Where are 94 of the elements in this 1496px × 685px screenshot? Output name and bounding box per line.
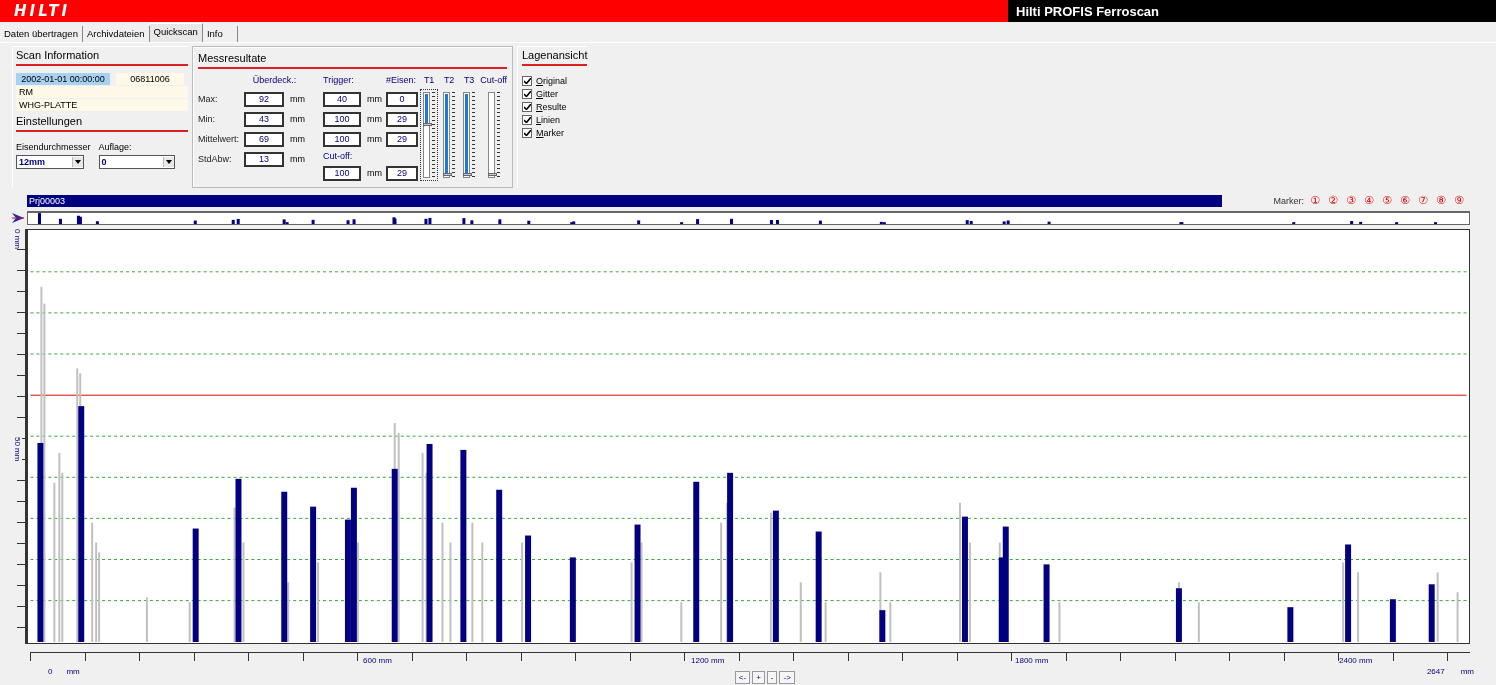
checkbox[interactable] [522,101,532,112]
value-field[interactable]: 40 [323,91,361,107]
cutoff-label: Cut-off: [323,151,354,163]
scan-id: 06811006 [116,73,184,85]
nav-button[interactable]: + [752,671,765,684]
checkbox[interactable] [522,88,532,99]
unit-label: mm [367,94,382,104]
marker-label: Marker: [1273,195,1304,206]
rebar-bar [1287,607,1294,642]
column-header: #Eisen: [386,75,418,87]
section-heading: Lagenansicht [522,48,588,66]
unit-label: mm [367,134,382,144]
tab[interactable]: Quickscan [149,23,203,42]
axis-label: 0 mm [13,229,22,249]
caret-icon [75,160,81,164]
axis-start-value: 0 [48,667,53,678]
column-header: Trigger: [323,75,355,87]
marker-button[interactable]: ② [1326,194,1340,207]
checkbox-label: Resulte [536,101,567,112]
result-label: Max: [198,94,219,104]
marker-button[interactable]: ⑤ [1380,194,1394,207]
rebar-bar [1175,588,1182,642]
result-label: Min: [198,114,216,124]
unit-label: mm [66,667,80,678]
value-field[interactable]: 100 [323,111,361,127]
app-title: Hilti PROFIS Ferroscan [1008,0,1496,22]
count-field[interactable]: 29 [386,111,418,127]
dropdown[interactable]: 0 [98,155,175,169]
pointer-icon[interactable] [12,211,24,224]
nav-button[interactable]: <- [734,671,751,684]
checkbox-label: Gitter [536,88,559,99]
result-label: StdAbw: [198,154,233,164]
nav-button[interactable]: - [766,671,778,684]
unit-label: mm [290,114,305,124]
checkbox-label: Linien [536,114,561,125]
section-heading: Einstellungen [16,114,188,132]
unit-label: mm [290,134,305,144]
value-field[interactable]: 43 [244,111,284,127]
rebar-bar [1428,584,1435,642]
slider-label: T1 [423,75,435,87]
marker-button[interactable]: ① [1308,194,1322,207]
checkbox-label: Original [536,75,568,86]
dropdown-label: Auflage: [98,142,133,152]
value-field[interactable]: 92 [244,91,284,107]
dropdown-label: Eisendurchmesser [16,142,91,152]
axis-tick-label: 1800 mm [1014,656,1049,665]
slider-thumb[interactable] [423,123,433,127]
marker-button[interactable]: ⑥ [1398,194,1412,207]
rebar-bar [1389,599,1396,642]
count-field[interactable]: 29 [386,131,418,147]
nav-button[interactable]: -> [779,671,795,684]
count-field[interactable]: 0 [386,91,418,107]
brand-logo: HILTI [14,2,72,20]
slider-label: T3 [463,75,475,87]
unit-label: mm [367,168,382,178]
slider-label: Cut-off [480,75,507,87]
caret-icon [165,160,172,164]
scan-info-field: WHG-PLATTE [16,99,188,111]
slider-thumb[interactable] [487,173,497,176]
axis-tick-label: 600 mm [362,656,392,665]
value-field[interactable]: 69 [244,131,284,147]
axis-tick-label: 1200 mm [690,656,725,665]
marker-button[interactable]: ④ [1362,194,1376,207]
column-header: Überdeck.: [251,75,298,87]
scan-info-field: RM [16,86,188,98]
checkbox[interactable] [522,75,532,86]
overview-strip[interactable] [27,210,1470,225]
section-heading: Scan Information [16,48,188,66]
rebar-bar [879,610,886,642]
marker-button[interactable]: ⑦ [1416,194,1430,207]
unit-label: mm [1460,667,1474,678]
checkbox[interactable] [522,127,532,138]
unit-label: mm [290,154,305,164]
value-field[interactable]: 13 [244,151,284,167]
marker-button[interactable]: ⑧ [1434,194,1448,207]
marker-button[interactable]: ⑨ [1452,194,1466,207]
project-bar: Prj00003 [27,194,1222,207]
axis-tick-label: 2400 mm [1338,656,1373,665]
value-field[interactable]: 100 [323,165,361,181]
axis-label: 50 mm [13,437,22,462]
unit-label: mm [367,114,382,124]
result-label: Mittelwert: [198,134,238,144]
axis-end-value: 2647 [1426,667,1445,678]
checkbox-label: Marker [536,127,564,138]
count-field[interactable]: 29 [386,165,418,181]
slider-label: T2 [443,75,455,87]
value-field[interactable]: 100 [323,131,361,147]
marker-button[interactable]: ③ [1344,194,1358,207]
unit-label: mm [290,94,305,104]
section-heading: Messresultate [198,51,507,69]
dropdown[interactable]: 12mm [16,155,84,169]
vertical-slider[interactable] [420,89,439,181]
checkbox[interactable] [522,114,532,125]
scan-date: 2002-01-01 00:00:00 [16,73,110,85]
